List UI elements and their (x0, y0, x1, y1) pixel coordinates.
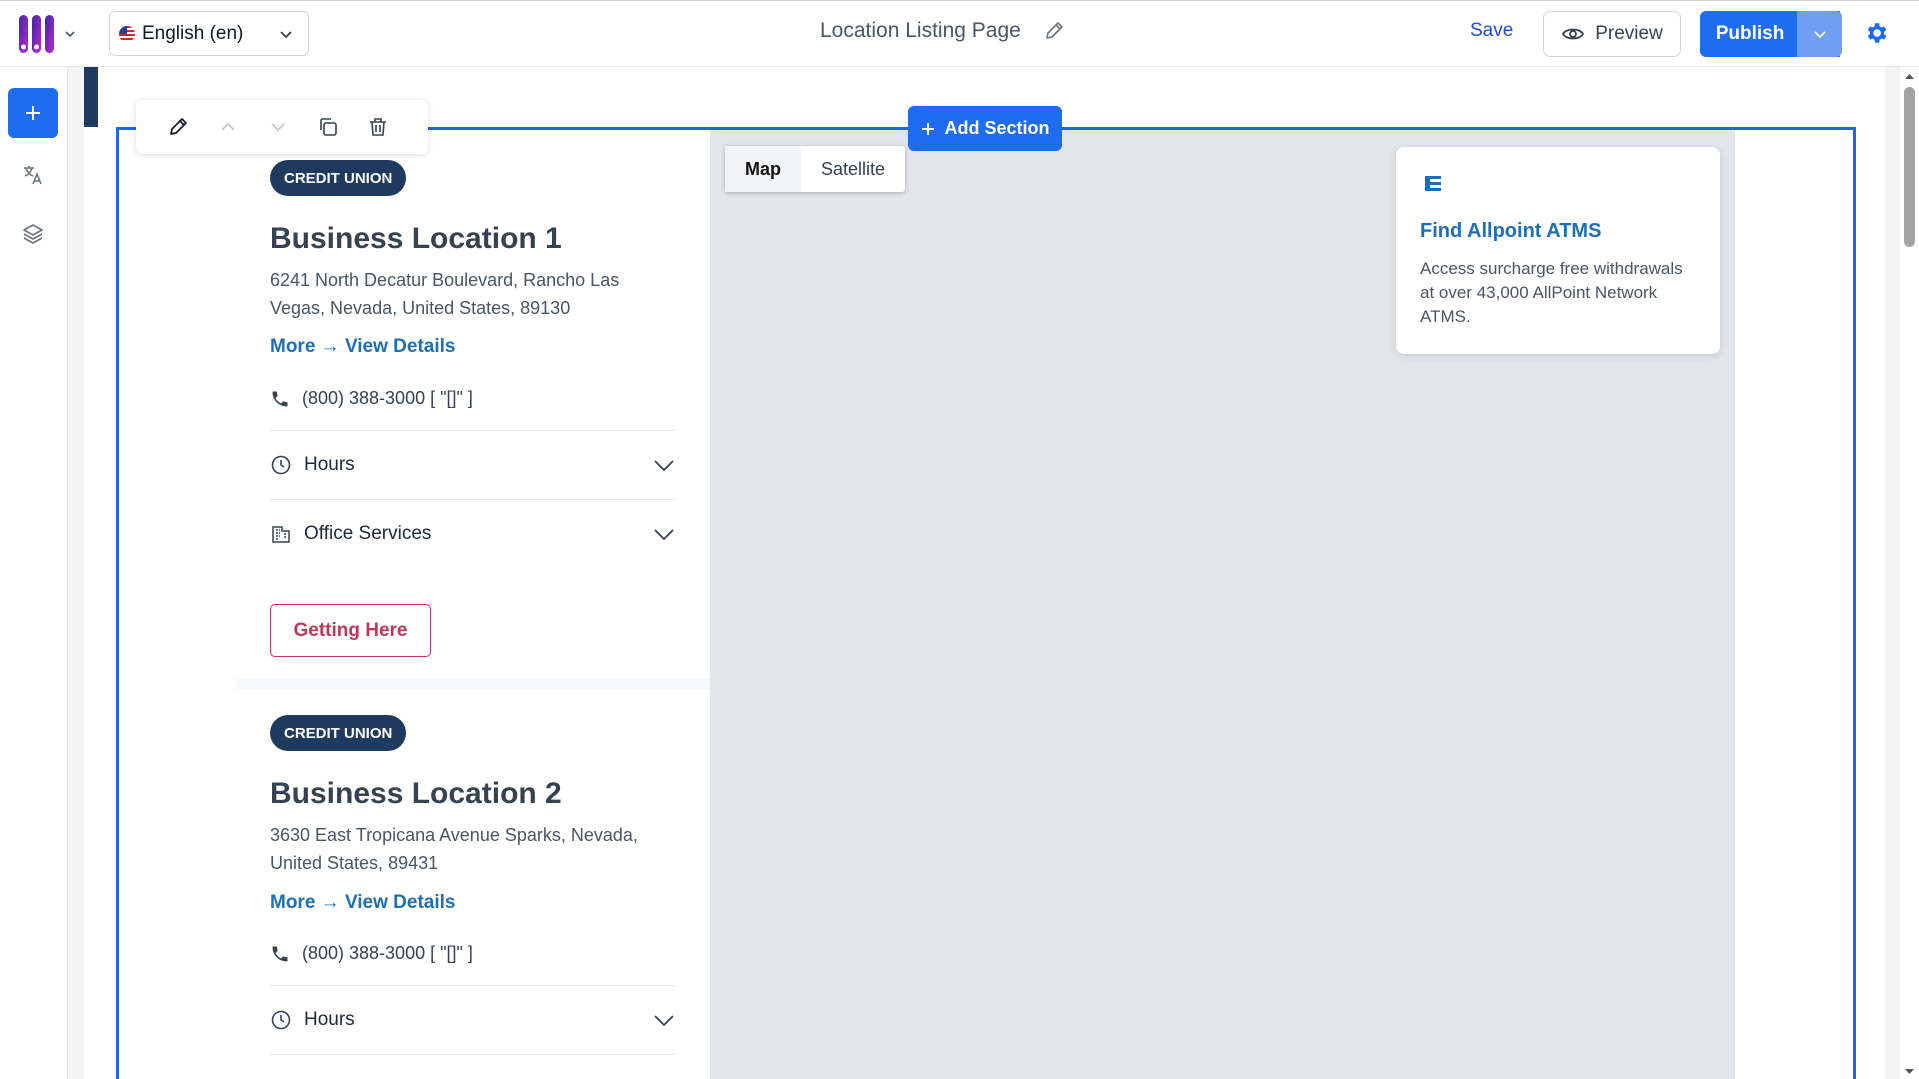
office-services-label: Office Services (304, 522, 432, 544)
card-icon (1425, 176, 1441, 191)
phone-icon (272, 946, 288, 961)
page-title-group: Location Listing Page (820, 19, 1065, 43)
add-element-button[interactable] (8, 88, 58, 138)
plus-icon (922, 122, 935, 135)
canvas-header-strip (84, 67, 98, 127)
getting-here-button[interactable]: Getting Here (270, 604, 431, 657)
chevron-down-icon (271, 123, 285, 132)
element-toolbar (136, 100, 428, 154)
translate-icon (24, 166, 42, 185)
move-up-button[interactable] (217, 116, 239, 138)
preview-label: Preview (1595, 23, 1663, 44)
app-menu-button[interactable] (16, 13, 76, 55)
trash-icon (370, 118, 386, 136)
pencil-icon (170, 118, 187, 135)
view-details-link[interactable]: More → View Details (270, 336, 456, 358)
chevron-down-icon (654, 528, 674, 540)
phone-icon (272, 391, 288, 406)
phone-number: (800) 388-3000 [ "[]" ] (302, 388, 473, 408)
layers-icon (23, 224, 43, 244)
location-card: CREDIT UNION Business Location 2 3630 Ea… (235, 689, 710, 1079)
location-name: Business Location 2 (270, 777, 562, 810)
atm-promo-card: Find Allpoint ATMS Access surcharge free… (1396, 147, 1720, 354)
save-button[interactable]: Save (1470, 20, 1513, 42)
location-type-badge: CREDIT UNION (270, 715, 407, 751)
gear-icon (1867, 23, 1887, 43)
hours-label: Hours (304, 453, 355, 475)
accordion-divider (270, 1054, 676, 1079)
atm-card-title[interactable]: Find Allpoint ATMS (1420, 220, 1696, 243)
scroll-up-icon[interactable] (1900, 69, 1919, 83)
app-logo-icon (19, 15, 54, 53)
top-bar: English (en) Location Listing Page Save … (0, 0, 1919, 67)
duplicate-button[interactable] (317, 116, 339, 138)
hours-label: Hours (304, 1008, 355, 1030)
preview-button[interactable]: Preview (1543, 11, 1681, 57)
add-section-label: Add Section (944, 118, 1050, 138)
scroll-thumb[interactable] (1904, 87, 1915, 247)
location-type-badge: CREDIT UNION (270, 160, 407, 196)
chevron-down-icon (1813, 31, 1826, 39)
chevron-down-icon (280, 30, 292, 38)
move-down-button[interactable] (267, 116, 289, 138)
chevron-down-icon (65, 31, 75, 38)
delete-button[interactable] (367, 116, 389, 138)
left-rail (0, 67, 68, 1079)
map-type-map[interactable]: Map (725, 146, 801, 192)
copy-icon (320, 118, 337, 136)
translate-button[interactable] (19, 161, 47, 189)
language-label: English (en) (142, 22, 244, 44)
phone-number: (800) 388-3000 [ "[]" ] (302, 943, 473, 963)
edit-title-icon[interactable] (1043, 20, 1065, 42)
location-phone[interactable]: (800) 388-3000 [ "[]" ] (270, 388, 473, 409)
edit-element-button[interactable] (167, 116, 189, 138)
chevron-down-icon (654, 1014, 674, 1026)
layers-button[interactable] (19, 220, 47, 248)
office-services-accordion[interactable]: Office Services (270, 499, 676, 567)
publish-label: Publish (1715, 23, 1785, 44)
building-icon (272, 525, 290, 543)
eye-icon (1562, 28, 1585, 40)
clock-icon (271, 1010, 291, 1029)
hours-accordion[interactable]: Hours (270, 985, 676, 1053)
settings-button[interactable] (1863, 20, 1889, 51)
add-section-button[interactable]: Add Section (908, 106, 1062, 151)
vertical-scrollbar[interactable] (1900, 67, 1919, 1079)
location-address: 6241 North Decatur Boulevard, Rancho Las… (270, 270, 620, 318)
language-select[interactable]: English (en) (109, 11, 309, 56)
hours-accordion[interactable]: Hours (270, 430, 676, 498)
us-flag-icon (119, 25, 135, 42)
location-name: Business Location 1 (270, 222, 562, 255)
chevron-up-icon (221, 122, 235, 131)
map-type-toggle: Map Satellite (725, 146, 906, 192)
page-title: Location Listing Page (820, 19, 1021, 42)
clock-icon (271, 455, 291, 474)
location-card: CREDIT UNION Business Location 1 6241 No… (235, 130, 710, 689)
atm-card-description: Access surcharge free withdrawals at ove… (1420, 259, 1683, 326)
plus-icon (26, 106, 40, 120)
map-type-satellite[interactable]: Satellite (801, 146, 905, 192)
location-phone[interactable]: (800) 388-3000 [ "[]" ] (270, 943, 473, 964)
chevron-down-icon (654, 459, 674, 471)
location-list: CREDIT UNION Business Location 1 6241 No… (235, 130, 710, 1079)
view-details-link[interactable]: More → View Details (270, 892, 456, 914)
location-address: 3630 East Tropicana Avenue Sparks, Nevad… (270, 825, 638, 873)
publish-options-button[interactable] (1797, 11, 1842, 57)
scroll-down-icon[interactable] (1900, 1065, 1919, 1079)
